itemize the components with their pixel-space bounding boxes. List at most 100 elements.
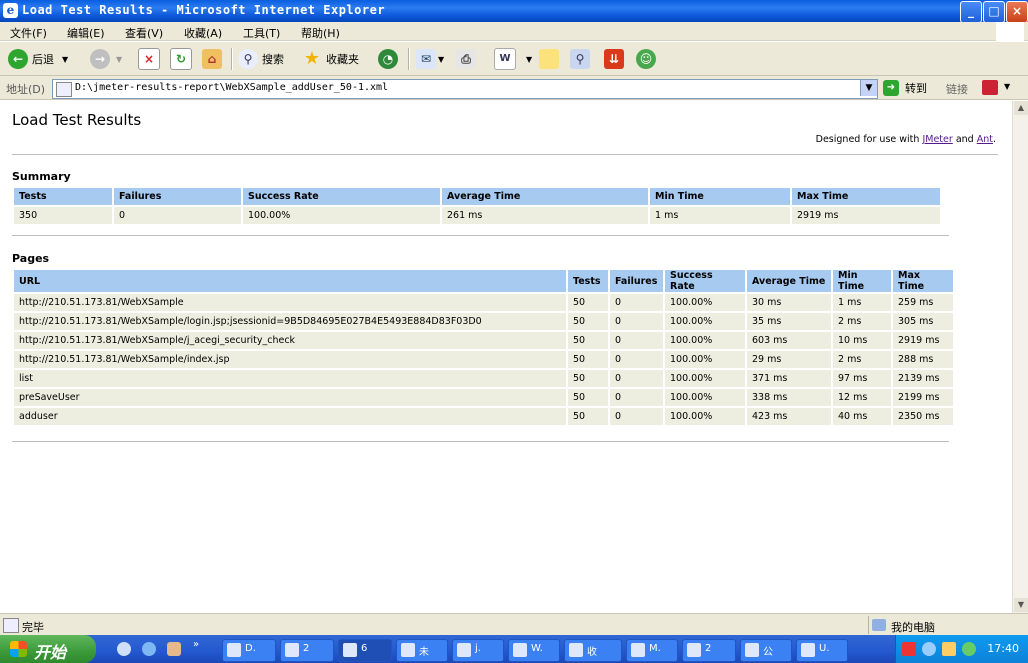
pages-cell: 100.00%	[665, 294, 745, 311]
pages-cell: 0	[610, 313, 663, 330]
search-button[interactable]: ⚲ 搜索	[238, 48, 284, 70]
chevron-down-icon[interactable]: ▼	[1004, 82, 1010, 91]
task-button[interactable]: D.	[222, 639, 276, 662]
translate-icon[interactable]	[982, 80, 998, 95]
jmeter-link[interactable]: JMeter	[922, 134, 952, 145]
tray-app-icon[interactable]	[902, 642, 916, 656]
clock: 17:40	[987, 642, 1019, 655]
taskbar: 开始 » D. 2 6 未 j. W. 收 M. 2 公 U. 17:40	[0, 635, 1028, 663]
page-content: Load Test Results Designed for use with …	[0, 101, 1012, 613]
stop-icon: ×	[138, 48, 160, 70]
pages-cell: 40 ms	[833, 408, 891, 425]
pages-cell: 10 ms	[833, 332, 891, 349]
ant-link[interactable]: Ant	[977, 134, 993, 145]
status-bar: 完毕 我的电脑	[0, 613, 1028, 635]
mail-button[interactable]: ✉ ▼	[416, 48, 444, 70]
menu-tools[interactable]: 工具(T)	[243, 25, 280, 41]
tray-volume-icon[interactable]	[942, 642, 956, 656]
maximize-button[interactable]: □	[983, 1, 1005, 23]
links-button[interactable]: 链接	[946, 81, 968, 97]
research-button[interactable]: ⚲	[570, 48, 590, 70]
window-title: Load Test Results - Microsoft Internet E…	[22, 3, 386, 17]
home-button[interactable]: ⌂	[202, 48, 222, 70]
divider	[12, 441, 949, 442]
app-icon	[631, 643, 645, 657]
download-button[interactable]: ⇊	[604, 48, 624, 70]
scroll-down-icon[interactable]: ▼	[1014, 598, 1028, 612]
task-button[interactable]: 收	[564, 639, 622, 662]
address-input[interactable]: D:\jmeter-results-report\WebXSample_addU…	[52, 79, 878, 99]
start-button[interactable]: 开始	[0, 635, 96, 663]
history-button[interactable]: ◔	[378, 48, 398, 70]
task-button[interactable]: 2	[682, 639, 736, 662]
home-icon: ⌂	[202, 49, 222, 69]
menu-file[interactable]: 文件(F)	[10, 25, 47, 41]
pages-cell: 2919 ms	[893, 332, 953, 349]
app-quicklaunch-icon[interactable]	[167, 642, 181, 656]
menu-help[interactable]: 帮助(H)	[301, 25, 340, 41]
go-button[interactable]: ➜ 转到	[883, 79, 927, 97]
desktop-quicklaunch-icon[interactable]	[117, 642, 131, 656]
forward-arrow-icon: →	[90, 49, 110, 69]
pages-cell: 29 ms	[747, 351, 831, 368]
research-icon: ⚲	[570, 49, 590, 69]
scroll-up-icon[interactable]: ▲	[1014, 101, 1028, 115]
pages-cell: http://210.51.173.81/WebXSample/j_acegi_…	[14, 332, 566, 349]
pages-cell: 50	[568, 370, 608, 387]
favorites-button[interactable]: ★ 收藏夹	[302, 48, 359, 70]
menu-edit[interactable]: 编辑(E)	[67, 25, 105, 41]
star-icon: ★	[303, 48, 321, 69]
task-button[interactable]: W.	[508, 639, 560, 662]
stop-button[interactable]: ×	[138, 48, 160, 70]
chevron-down-icon: ▼	[526, 54, 533, 64]
pages-column-header: Max Time	[893, 270, 953, 292]
ie-quicklaunch-icon[interactable]	[142, 642, 156, 656]
messenger-button[interactable]: ☺	[636, 48, 656, 70]
chevron-down-icon: ▼	[62, 54, 69, 64]
task-button-ie[interactable]: 6	[338, 639, 392, 662]
task-button[interactable]: 未	[396, 639, 448, 662]
task-button[interactable]: M.	[626, 639, 678, 662]
refresh-button[interactable]: ↻	[170, 48, 192, 70]
app-icon	[801, 643, 815, 657]
tray-messenger-icon[interactable]	[962, 642, 976, 656]
app-icon	[401, 643, 415, 657]
back-arrow-icon: ←	[8, 49, 28, 69]
address-dropdown-icon[interactable]: ▼	[860, 80, 877, 96]
folder-icon	[227, 643, 241, 657]
pages-cell: 371 ms	[747, 370, 831, 387]
print-button[interactable]: ⎙	[456, 48, 476, 70]
task-button[interactable]: U.	[796, 639, 848, 662]
quicklaunch-expand-icon[interactable]: »	[193, 639, 199, 650]
task-button[interactable]: 2	[280, 639, 334, 662]
task-button[interactable]: 公	[740, 639, 792, 662]
pages-cell: 0	[610, 389, 663, 406]
forward-button[interactable]: → ▼	[90, 48, 122, 70]
vertical-scrollbar[interactable]: ▲ ▼	[1012, 101, 1028, 613]
discuss-button[interactable]	[539, 48, 559, 70]
summary-cell: 0	[114, 207, 241, 224]
menu-bar: 文件(F) 编辑(E) 查看(V) 收藏(A) 工具(T) 帮助(H)	[0, 22, 1028, 41]
menu-view[interactable]: 查看(V)	[125, 25, 163, 41]
edit-button[interactable]: W ▼	[494, 48, 532, 70]
summary-column-header: Failures	[114, 188, 241, 205]
word-icon	[285, 643, 299, 657]
pages-cell: list	[14, 370, 566, 387]
pages-cell: http://210.51.173.81/WebXSample/login.js…	[14, 313, 566, 330]
task-button[interactable]: j.	[452, 639, 504, 662]
network-icon	[569, 643, 583, 657]
pages-cell: 288 ms	[893, 351, 953, 368]
pages-cell: 0	[610, 408, 663, 425]
summary-column-header: Average Time	[442, 188, 648, 205]
pages-cell: 338 ms	[747, 389, 831, 406]
minimize-button[interactable]: _	[960, 1, 982, 23]
menu-favorites[interactable]: 收藏(A)	[184, 25, 222, 41]
tray-network-icon[interactable]	[922, 642, 936, 656]
close-button[interactable]: ×	[1006, 1, 1028, 23]
pages-cell: 0	[610, 370, 663, 387]
pages-column-header: Min Time	[833, 270, 891, 292]
pages-column-header: Failures	[610, 270, 663, 292]
refresh-icon: ↻	[170, 48, 192, 70]
pages-cell: 0	[610, 294, 663, 311]
back-button[interactable]: ← 后退 ▼	[8, 48, 68, 70]
